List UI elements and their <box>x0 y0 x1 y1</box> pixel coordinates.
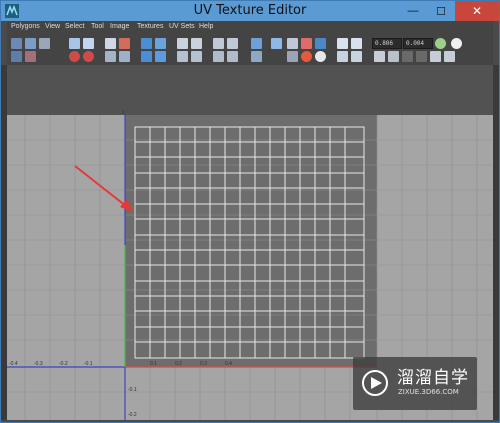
menu-polygons[interactable]: Polygons <box>11 23 40 30</box>
cut-uv-edges-icon[interactable] <box>105 38 116 49</box>
menu-select[interactable]: Select <box>65 23 84 30</box>
move-and-sew-icon[interactable] <box>119 51 130 62</box>
uv-tweak-tool-icon[interactable] <box>25 51 36 62</box>
maximize-button[interactable]: ☐ <box>427 1 455 21</box>
menu-tool[interactable]: Tool <box>91 23 104 30</box>
shaded-uv-display-icon[interactable] <box>315 38 326 49</box>
select-vertex-icon[interactable] <box>227 51 238 62</box>
relax-uvs-icon[interactable] <box>155 51 166 62</box>
right-border <box>493 65 499 420</box>
use-image-ratio-icon[interactable] <box>351 38 362 49</box>
uv-transform-entry-icon[interactable] <box>451 38 462 49</box>
align-max-v-icon[interactable] <box>191 51 202 62</box>
flip-u-icon[interactable] <box>69 38 80 49</box>
paste-u-icon[interactable] <box>402 51 413 62</box>
menu-bar: Polygons View Select Tool Image Textures… <box>7 21 493 35</box>
axis-label-neg-x-2: -0.2 <box>59 361 68 367</box>
watermark-brand: 溜溜自学 <box>397 368 469 388</box>
axis-label-top: 1 <box>122 110 125 116</box>
select-face-icon[interactable] <box>213 51 224 62</box>
pixel-snap-icon[interactable] <box>301 38 312 49</box>
axis-label-neg-x-3: -0.3 <box>34 361 43 367</box>
axis-label-neg-y-1: -0.1 <box>128 387 137 393</box>
copy-uvs-icon[interactable] <box>374 51 385 62</box>
uv-texture-editor-window: UV Texture Editor — ☐ ✕ Polygons View Se… <box>0 0 500 423</box>
uv-viewport[interactable]: -0.4 -0.3 -0.2 -0.1 0.1 0.2 0.3 0.4 -0.1… <box>7 65 493 420</box>
watermark: 溜溜自学 ZIXUE.3D66.COM <box>353 357 477 410</box>
paste-v-icon[interactable] <box>416 51 427 62</box>
unfold-uvs-icon[interactable] <box>141 51 152 62</box>
u-coordinate-field[interactable]: 0.806 <box>372 38 402 49</box>
texture-borders-icon[interactable] <box>287 51 298 62</box>
align-min-u-icon[interactable] <box>177 38 188 49</box>
toggle-paste-icon[interactable] <box>444 51 455 62</box>
image-range-icon[interactable] <box>337 38 348 49</box>
split-uvs-icon[interactable] <box>119 38 130 49</box>
menu-image[interactable]: Image <box>110 23 129 30</box>
watermark-logo-icon <box>362 370 388 396</box>
grid-uvs-icon[interactable] <box>155 38 166 49</box>
sew-uv-edges-icon[interactable] <box>105 51 116 62</box>
axis-label-pos-x-1: 0.1 <box>150 361 157 367</box>
rotate-ccw-icon[interactable] <box>69 51 80 62</box>
uv-lattice-tool-icon[interactable] <box>11 38 22 49</box>
minimize-button[interactable]: — <box>399 1 427 21</box>
watermark-url: ZIXUE.3D66.COM <box>398 388 459 396</box>
align-max-u-icon[interactable] <box>191 38 202 49</box>
select-border-icon[interactable] <box>227 38 238 49</box>
cycle-uvs-icon[interactable] <box>430 51 441 62</box>
isolate-select-icon[interactable] <box>351 51 362 62</box>
menu-help[interactable]: Help <box>199 23 213 30</box>
v-coordinate-field[interactable]: 0.004 <box>403 38 433 49</box>
uv-select-tool-icon[interactable] <box>11 51 22 62</box>
view-grid-icon[interactable] <box>271 38 282 49</box>
axis-label-pos-x-4: 0.4 <box>225 361 232 367</box>
axis-label-neg-x-4: -0.4 <box>9 361 18 367</box>
flip-v-icon[interactable] <box>83 38 94 49</box>
rgb-channels-icon[interactable] <box>301 51 312 62</box>
display-image-icon[interactable] <box>251 38 262 49</box>
grid-toggle-icon[interactable] <box>287 38 298 49</box>
move-uv-shell-tool-icon[interactable] <box>25 38 36 49</box>
axis-label-neg-x-1: -0.1 <box>84 361 93 367</box>
dim-image-icon[interactable] <box>251 51 262 62</box>
axis-label-pos-x-2: 0.2 <box>175 361 182 367</box>
axis-label-neg-y-2: -0.2 <box>128 412 137 418</box>
filter-icon[interactable] <box>337 51 348 62</box>
menu-uv-sets[interactable]: UV Sets <box>169 23 195 30</box>
refresh-uv-values-icon[interactable] <box>435 38 446 49</box>
uv-smudge-tool-icon[interactable] <box>39 38 50 49</box>
menu-view[interactable]: View <box>45 23 60 30</box>
alpha-channel-icon[interactable] <box>315 51 326 62</box>
select-shell-icon[interactable] <box>213 38 224 49</box>
layout-uvs-icon[interactable] <box>141 38 152 49</box>
rotate-cw-icon[interactable] <box>83 51 94 62</box>
paste-uvs-icon[interactable] <box>388 51 399 62</box>
close-button[interactable]: ✕ <box>455 1 499 21</box>
align-min-v-icon[interactable] <box>177 51 188 62</box>
menu-textures[interactable]: Textures <box>137 23 163 30</box>
title-bar[interactable]: UV Texture Editor — ☐ ✕ <box>1 1 499 21</box>
toolbar: 0.806 0.004 <box>7 35 493 66</box>
axis-label-pos-x-3: 0.3 <box>200 361 207 367</box>
